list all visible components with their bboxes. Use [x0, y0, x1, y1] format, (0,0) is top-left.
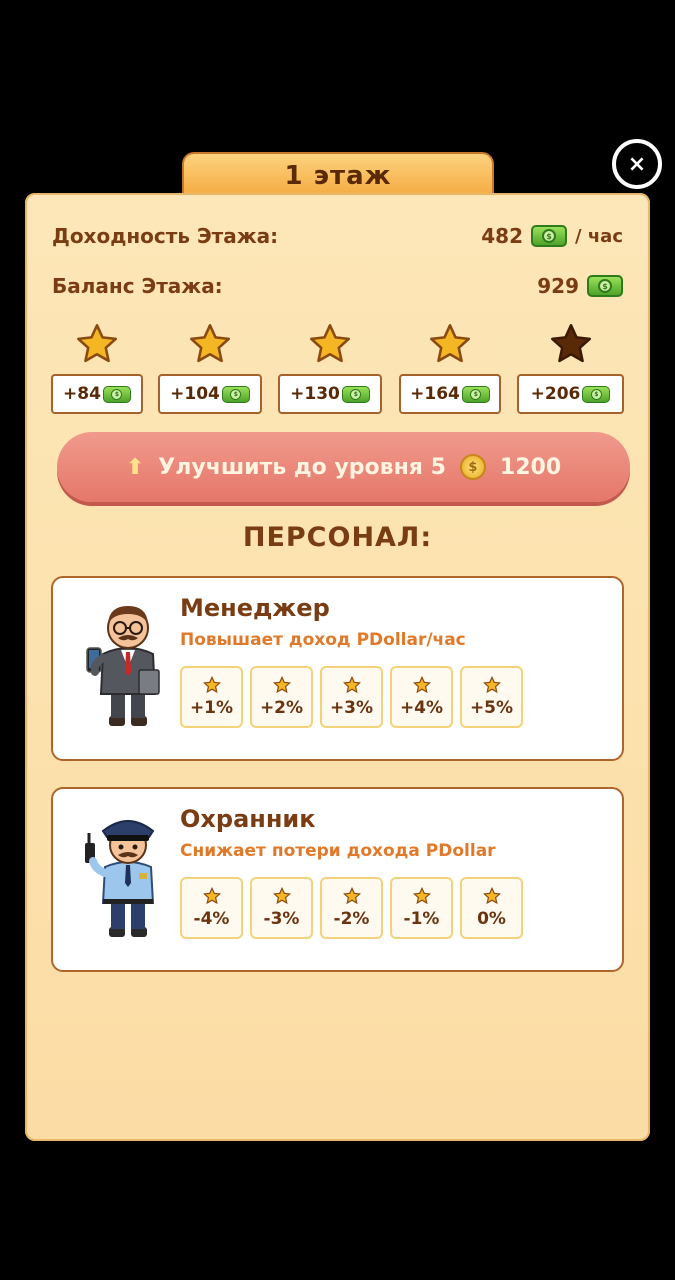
- income-label: Доходность Этажа:: [52, 224, 279, 248]
- manager-name: Менеджер: [180, 594, 330, 622]
- star-level-4: +164 $: [399, 322, 501, 414]
- guard-level-value: -3%: [263, 909, 300, 929]
- guard-levels: -4% -3% -2% -1% 0%: [180, 877, 523, 939]
- star-bonus: +206 $: [517, 374, 624, 414]
- star-bonus: +104 $: [158, 374, 262, 414]
- manager-level-value: +2%: [259, 698, 304, 718]
- star-icon: [342, 676, 361, 694]
- balance-row: Баланс Этажа: 929 $: [52, 274, 623, 298]
- guard-level-1[interactable]: -4%: [180, 877, 243, 939]
- money-icon: $: [530, 225, 567, 247]
- money-icon: $: [461, 385, 490, 403]
- star-locked-icon: [550, 324, 591, 363]
- star-icon: [202, 887, 221, 905]
- star-icon: [77, 324, 117, 363]
- balance-label: Баланс Этажа:: [52, 274, 223, 298]
- star-bonus-value: +84: [63, 384, 101, 404]
- staff-title: ПЕРСОНАЛ:: [242, 522, 433, 553]
- guard-level-5[interactable]: 0%: [460, 877, 523, 939]
- star-level-5: +206 $: [517, 322, 624, 414]
- star-level-3: +130 $: [278, 322, 382, 414]
- guard-level-2[interactable]: -3%: [250, 877, 313, 939]
- guard-name: Охранник: [180, 805, 316, 833]
- star-icon: [272, 676, 291, 694]
- guard-card[interactable]: Охранник Снижает потери дохода PDollar -…: [51, 787, 624, 972]
- star-level-2: +104 $: [158, 322, 262, 414]
- arrow-up-icon: ⬆: [125, 454, 145, 480]
- upgrade-cost: 1200: [499, 454, 562, 480]
- upgrade-label: Улучшить до уровня 5: [158, 454, 446, 480]
- close-button[interactable]: ×: [612, 139, 662, 189]
- star-bonus: +84 $: [51, 374, 143, 414]
- manager-level-2[interactable]: +2%: [250, 666, 313, 728]
- star-icon: [310, 324, 350, 363]
- close-icon: ×: [627, 151, 647, 177]
- star-icon: [482, 676, 501, 694]
- star-icon: [482, 887, 501, 905]
- star-icon: [342, 887, 361, 905]
- guard-level-value: -4%: [193, 909, 230, 929]
- manager-level-1[interactable]: +1%: [180, 666, 243, 728]
- manager-card[interactable]: Менеджер Повышает доход PDollar/час +1% …: [51, 576, 624, 761]
- guard-level-value: -1%: [403, 909, 440, 929]
- guard-level-value: 0%: [477, 909, 506, 929]
- manager-level-4[interactable]: +4%: [390, 666, 453, 728]
- money-icon: $: [587, 275, 623, 297]
- money-icon: $: [341, 385, 370, 403]
- star-bonus: +130 $: [278, 374, 382, 414]
- manager-levels: +1% +2% +3% +4% +5%: [180, 666, 523, 728]
- guard-description: Снижает потери дохода PDollar: [180, 841, 496, 861]
- star-icon: [412, 676, 431, 694]
- manager-level-value: +1%: [189, 698, 234, 718]
- guard-level-3[interactable]: -2%: [320, 877, 383, 939]
- star-icon: [202, 676, 221, 694]
- guard-level-4[interactable]: -1%: [390, 877, 453, 939]
- manager-level-5[interactable]: +5%: [460, 666, 523, 728]
- manager-level-value: +5%: [469, 698, 514, 718]
- star-bonus: +164 $: [399, 374, 501, 414]
- coin-icon: $: [459, 454, 486, 480]
- star-icon: [190, 324, 230, 363]
- floor-title-tab: 1 этаж: [182, 152, 494, 198]
- money-icon: $: [221, 385, 250, 403]
- manager-avatar: [86, 606, 160, 726]
- star-icon: [412, 887, 431, 905]
- floor-title: 1 этаж: [284, 161, 392, 191]
- income-unit: / час: [574, 225, 623, 247]
- upgrade-button[interactable]: ⬆ Улучшить до уровня 5 $ 1200: [57, 432, 630, 502]
- income-value: 482: [481, 224, 523, 248]
- manager-level-3[interactable]: +3%: [320, 666, 383, 728]
- star-level-1: +84 $: [51, 322, 143, 414]
- star-bonus-value: +206: [530, 384, 581, 404]
- guard-level-value: -2%: [333, 909, 370, 929]
- manager-description: Повышает доход PDollar/час: [180, 630, 466, 650]
- star-bonus-value: +164: [410, 384, 460, 404]
- income-row: Доходность Этажа: 482 $ / час: [52, 224, 623, 248]
- star-bonus-value: +104: [170, 384, 220, 404]
- balance-value: 929: [537, 274, 579, 298]
- star-bonus-value: +130: [290, 384, 340, 404]
- star-icon: [272, 887, 291, 905]
- star-icon: [430, 324, 470, 363]
- money-icon: $: [582, 385, 611, 403]
- manager-level-value: +3%: [329, 698, 374, 718]
- money-icon: $: [102, 385, 131, 403]
- guard-avatar: [85, 820, 155, 937]
- manager-level-value: +4%: [399, 698, 444, 718]
